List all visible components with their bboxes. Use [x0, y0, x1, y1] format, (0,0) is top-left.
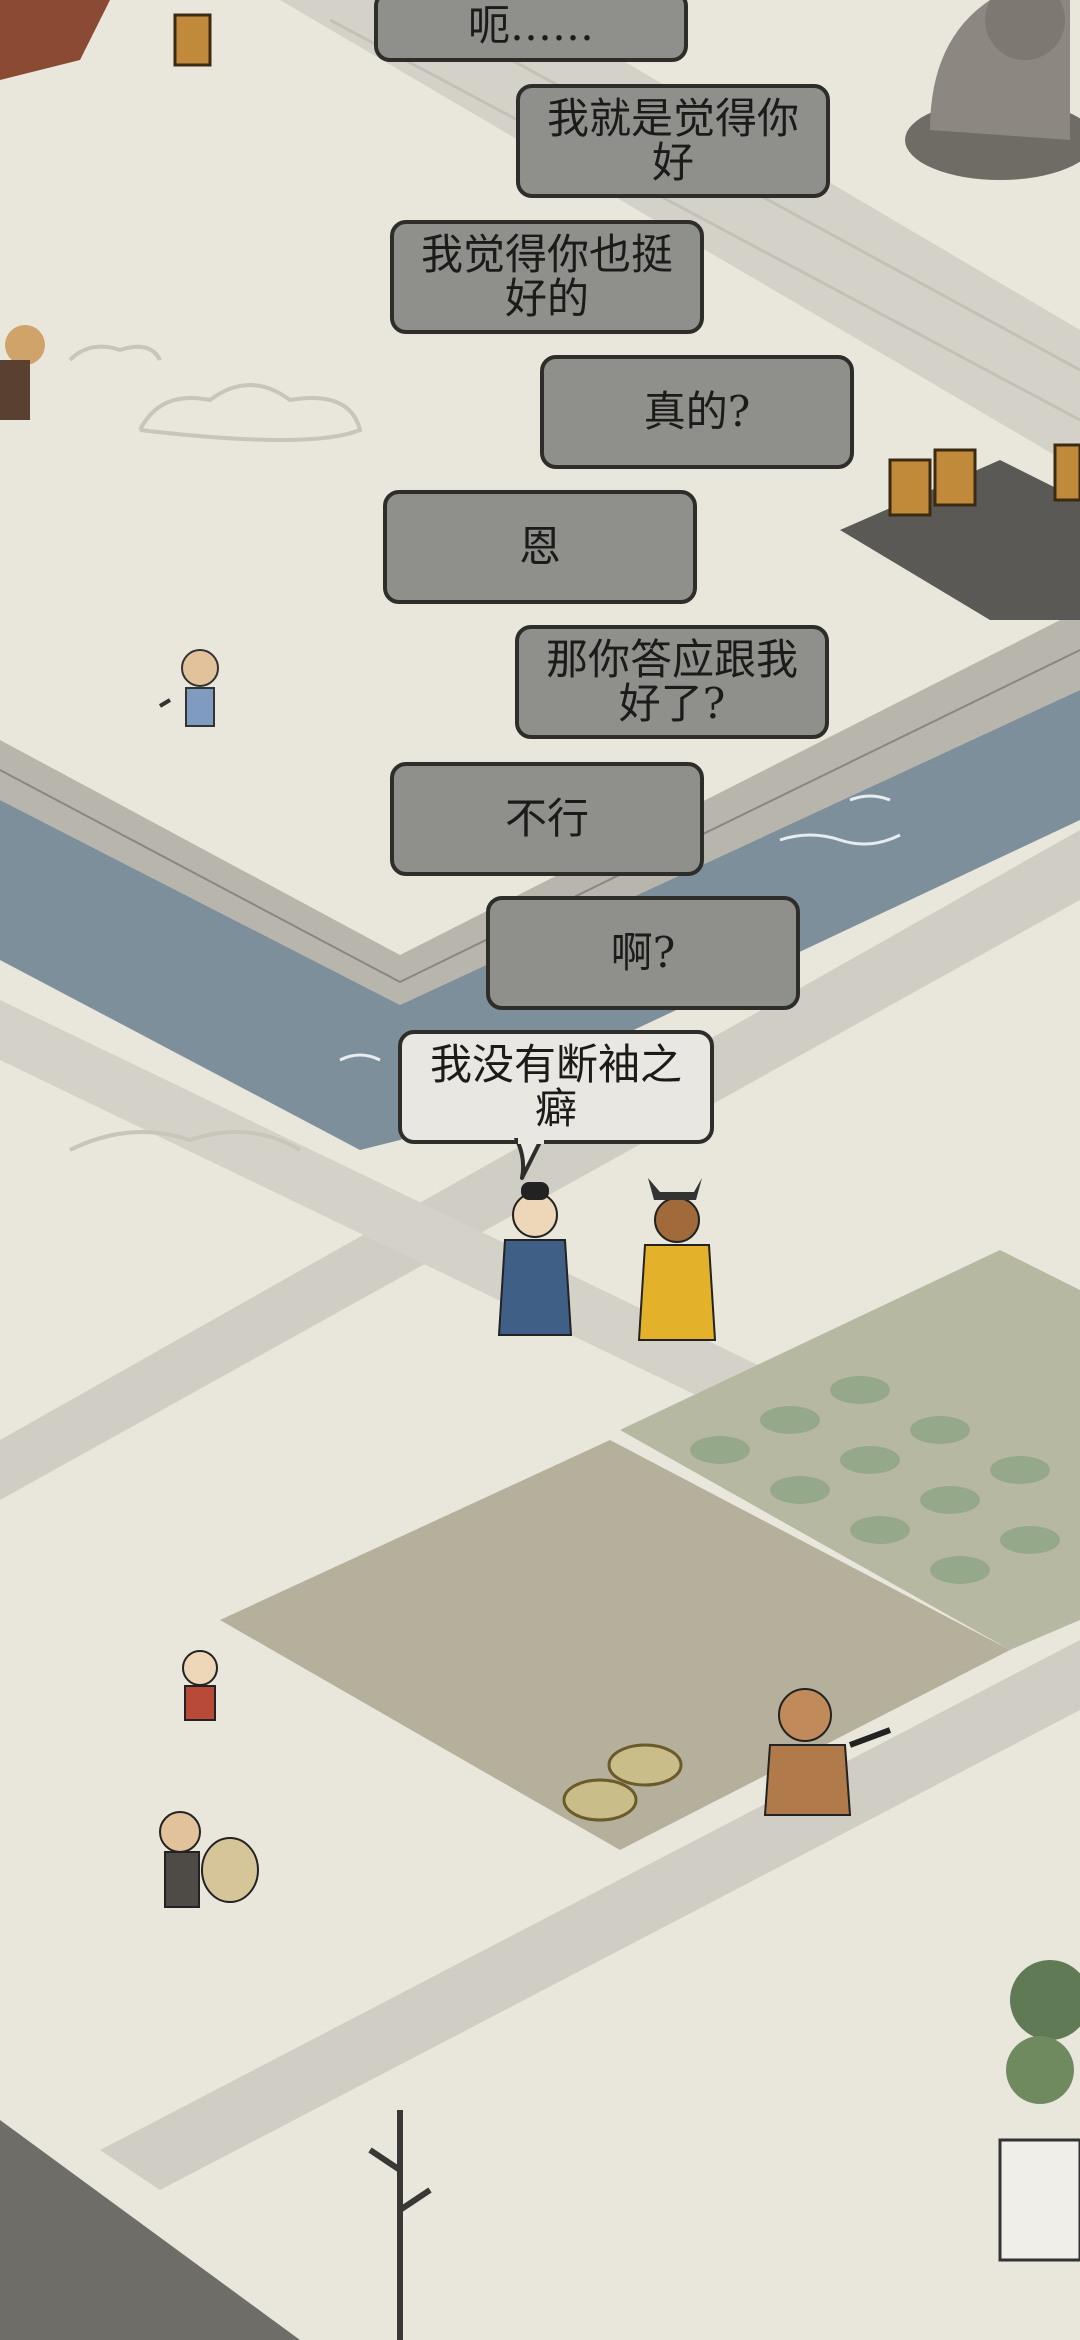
speech-bubble-tail — [514, 1138, 544, 1180]
dialogue-bubble-7: 不行 — [390, 762, 704, 876]
dialogue-bubble-4: 真的? — [540, 355, 854, 469]
current-speech-bubble[interactable]: 我没有断袖之癖 — [398, 1030, 714, 1144]
dialogue-bubble-3: 我觉得你也挺好的 — [390, 220, 704, 334]
little-boy-villager[interactable] — [182, 1650, 218, 1721]
dialogue-bubble-2: 我就是觉得你好 — [516, 84, 830, 198]
dialogue-bubble-6: 那你答应跟我好了? — [515, 625, 829, 739]
dialogue-bubble-5: 恩 — [383, 490, 697, 604]
dialogue-bubble-1: 呃…… — [374, 0, 688, 62]
dialogue-bubble-8: 啊? — [486, 896, 800, 1010]
